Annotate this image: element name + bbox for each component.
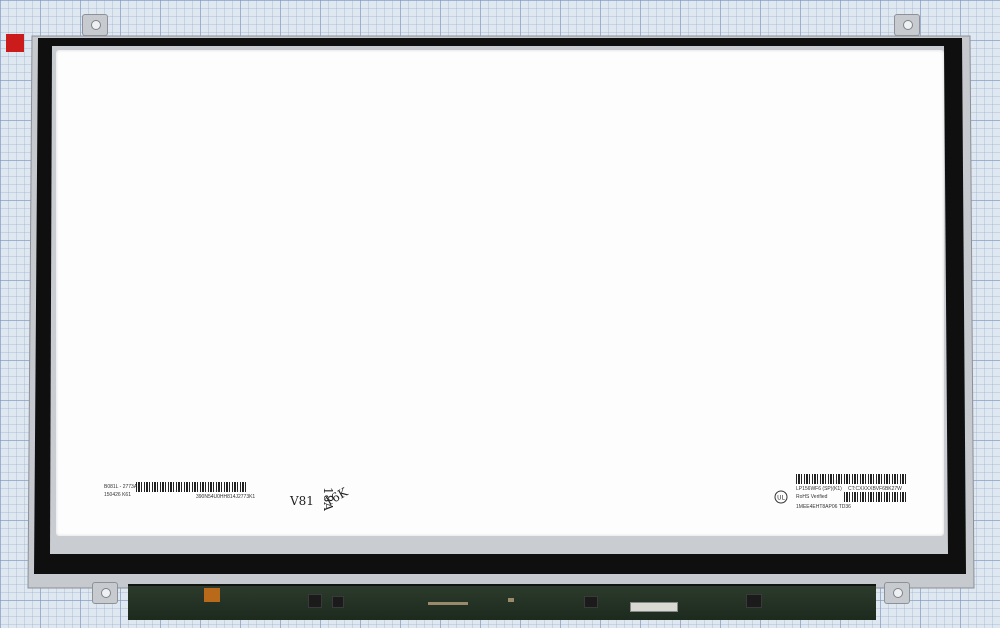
flex-tab <box>204 588 220 602</box>
left-label-line1: B081L - 2773A <box>104 484 138 490</box>
pcb-chip-1 <box>308 594 322 608</box>
right-barcode-bottom <box>844 492 908 502</box>
pcb-chip-3 <box>584 596 598 608</box>
display-area <box>56 50 944 536</box>
pcb-chip-4 <box>746 594 762 608</box>
mount-tab-top-left <box>82 14 108 36</box>
pcb-chip-2 <box>332 596 344 608</box>
pcb-component-strip <box>428 602 468 605</box>
right-model: LP156WF6 (SP)(K1) <box>796 486 842 492</box>
ul-logo-icon: UL <box>774 490 788 504</box>
edp-connector <box>630 602 678 612</box>
mount-tab-bottom-left <box>92 582 118 604</box>
pcb-component <box>508 598 514 602</box>
svg-text:UL: UL <box>777 495 785 502</box>
left-label-line2: 150426 K61 <box>104 492 131 498</box>
left-barcode <box>136 482 248 492</box>
right-barcode-top <box>796 474 908 484</box>
lcd-panel: B081L - 2773A 150426 K61 390N54U0HH814J2… <box>22 14 980 604</box>
rohs-label: RoHS Verified <box>796 494 828 500</box>
mount-tab-top-right <box>894 14 920 36</box>
right-bottom-label: 1MEE4EHT8AP06 TD36 <box>796 504 851 510</box>
driver-pcb <box>128 584 876 620</box>
ink-mark-v81: V81 <box>290 494 314 508</box>
left-serial: 390N54U0HH814J2773K1 <box>196 494 256 500</box>
mount-tab-bottom-right <box>884 582 910 604</box>
